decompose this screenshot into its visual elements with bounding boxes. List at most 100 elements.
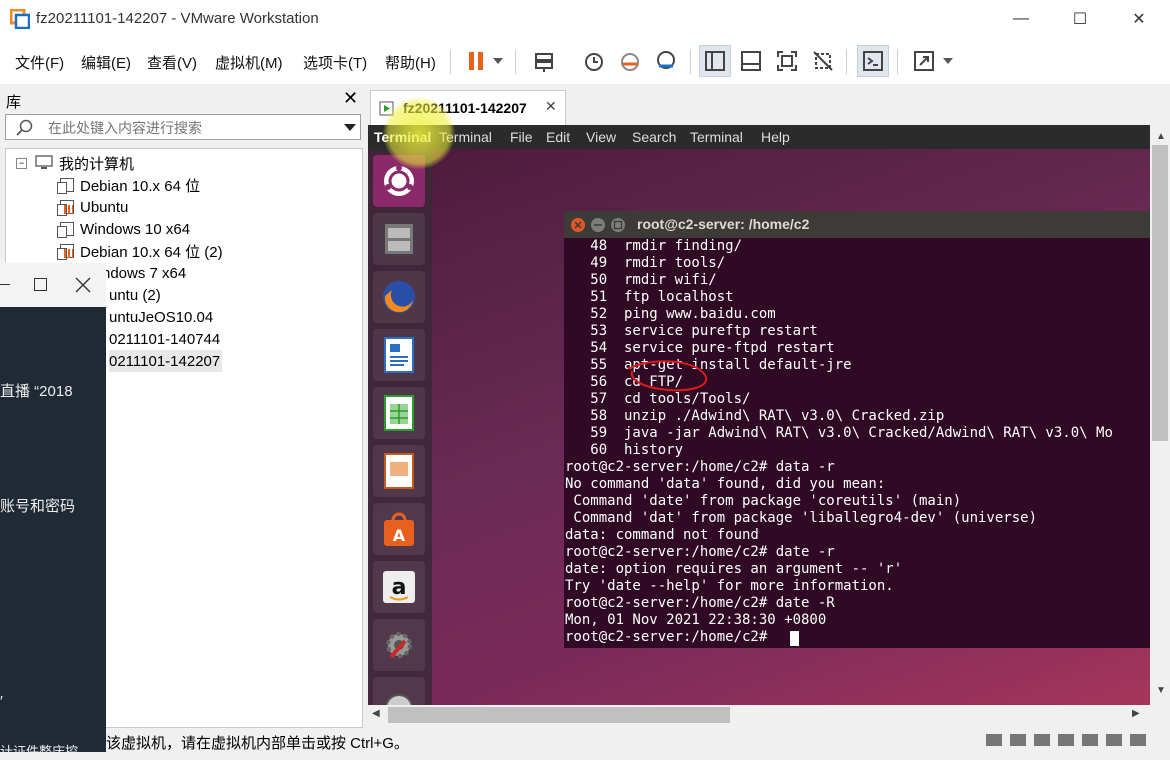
launcher-software[interactable]: A (373, 503, 425, 555)
scrollbar-thumb[interactable] (388, 707, 730, 723)
full-screen-button[interactable] (771, 45, 803, 77)
menu-view[interactable]: 查看(V) (147, 52, 197, 73)
vm-tab-label: fz20211101-142207 (403, 100, 527, 116)
svg-text:A: A (393, 526, 406, 545)
show-thumbnail-button[interactable] (735, 45, 767, 77)
launcher-dash[interactable] (373, 155, 425, 207)
firefox-icon (383, 281, 415, 313)
display-icon[interactable] (1130, 734, 1146, 746)
sound-icon[interactable] (1082, 734, 1098, 746)
panel-menu-view[interactable]: View (586, 129, 616, 145)
tree-item-debian[interactable]: Debian 10.x 64 位 (57, 174, 201, 196)
terminal-title: root@c2-server: /home/c2 (637, 216, 810, 232)
stretch-dropdown-button[interactable] (938, 45, 958, 77)
terminal-window[interactable]: root@c2-server: /home/c2 48 rmdir findin… (564, 211, 1154, 648)
tree-item-windows10[interactable]: Windows 10 x64 (57, 218, 190, 240)
vm-display[interactable]: Terminal Terminal File Edit View Search … (368, 125, 1170, 705)
device-tray (986, 734, 1146, 746)
usb-icon[interactable] (1058, 734, 1074, 746)
tree-item-fz142207[interactable]: 0211101-142207 (109, 350, 223, 372)
power-dropdown-button[interactable] (488, 45, 508, 77)
printer-icon[interactable] (1106, 734, 1122, 746)
unity-button[interactable] (807, 45, 839, 77)
tree-item-ubuntu[interactable]: Ubuntu (57, 196, 129, 218)
stretch-button[interactable] (908, 45, 940, 77)
tree-item-ubuntu-2[interactable]: untu (2) (109, 284, 161, 306)
launcher-files[interactable] (373, 213, 425, 265)
terminal-line: 52 ping www.baidu.com (565, 306, 776, 322)
launcher-impress[interactable] (373, 445, 425, 497)
svg-text:a: a (392, 575, 407, 600)
network-icon (535, 53, 553, 72)
library-search-input[interactable] (46, 117, 340, 139)
panel-menu-help[interactable]: Help (761, 129, 790, 145)
panel-menu-edit[interactable]: Edit (546, 129, 570, 145)
launcher-firefox[interactable] (373, 271, 425, 323)
tree-item-label: Debian 10.x 64 位 (2) (80, 243, 223, 261)
vm-tab[interactable]: fz20211101-142207 ✕ (370, 90, 566, 125)
tree-item-debian-2[interactable]: Debian 10.x 64 位 (2) (57, 240, 223, 262)
snapshot-clock-icon (585, 53, 603, 71)
tree-item-label: 0211101-140744 (109, 330, 221, 348)
snapshot-manager-button[interactable] (650, 45, 682, 77)
scroll-up-icon[interactable]: ▲ (1156, 131, 1166, 142)
scrollbar-thumb[interactable] (1152, 145, 1168, 441)
toolbar-separator (846, 50, 847, 74)
close-icon[interactable] (75, 277, 91, 293)
vm-icon (57, 222, 74, 238)
menu-tabs[interactable]: 选项卡(T) (303, 52, 367, 73)
vertical-scrollbar[interactable]: ▲ ▼ (1150, 125, 1170, 705)
network-adapter-icon[interactable] (1034, 734, 1050, 746)
launcher-settings[interactable] (373, 619, 425, 671)
horizontal-scrollbar[interactable]: ◀ ▶ (368, 705, 1150, 725)
panel-menu-terminal[interactable]: Terminal (439, 129, 492, 145)
launcher-updater[interactable] (373, 677, 425, 705)
panel-menu-terminal-2[interactable]: Terminal (690, 129, 743, 145)
panel-menu-file[interactable]: File (510, 129, 533, 145)
status-text: 该虚拟机，请在虚拟机内部单击或按 Ctrl+G。 (106, 735, 409, 752)
maximize-icon[interactable] (34, 278, 47, 291)
tree-item-windows7[interactable]: ndows 7 x64 (102, 262, 186, 284)
tree-root[interactable]: − 我的计算机 (16, 152, 134, 174)
tree-item-fz140744[interactable]: 0211101-140744 (109, 328, 220, 350)
close-button[interactable]: ✕ (1116, 0, 1162, 38)
launcher-amazon[interactable]: a (373, 561, 425, 613)
panel-menu-search[interactable]: Search (632, 129, 676, 145)
minimize-button[interactable]: — (998, 0, 1044, 38)
tree-item-label: Debian 10.x 64 位 (80, 177, 201, 195)
maximize-button[interactable]: ☐ (1057, 0, 1103, 38)
launcher-calc[interactable] (373, 387, 425, 439)
terminal-output[interactable]: 48 rmdir finding/ 49 rmdir tools/ 50 rmd… (564, 238, 1154, 648)
terminal-line: 50 rmdir wifi/ (565, 272, 717, 288)
hard-disk-icon[interactable] (986, 734, 1002, 746)
tree-item-ubuntujeos[interactable]: untuJeOS10.04 (109, 306, 213, 328)
scroll-down-icon[interactable]: ▼ (1156, 685, 1166, 696)
cd-drive-icon[interactable] (1010, 734, 1026, 746)
revert-snapshot-button[interactable] (614, 45, 646, 77)
terminal-line: 51 ftp localhost (565, 289, 734, 305)
launcher-writer[interactable] (373, 329, 425, 381)
menu-file[interactable]: 文件(F) (15, 52, 64, 73)
scroll-left-icon[interactable]: ◀ (372, 708, 380, 719)
send-ctrl-alt-del-button[interactable] (528, 45, 560, 77)
snapshot-button[interactable] (578, 45, 610, 77)
pause-icon (469, 52, 483, 70)
window-controls (571, 218, 625, 232)
toolbar-separator (450, 50, 451, 74)
chevron-down-icon[interactable] (344, 124, 356, 131)
menu-vm[interactable]: 虚拟机(M) (215, 52, 283, 73)
menu-help[interactable]: 帮助(H) (385, 52, 436, 73)
window-title: fz20211101-142207 - VMware Workstation (36, 10, 319, 27)
menu-edit[interactable]: 编辑(E) (81, 52, 131, 73)
vm-tab-close-button[interactable]: ✕ (545, 98, 557, 115)
settings-gear-icon (386, 632, 412, 659)
collapse-icon[interactable]: − (16, 157, 27, 169)
menu-toolbar: 文件(F) 编辑(E) 查看(V) 虚拟机(M) 选项卡(T) 帮助(H) (0, 38, 1170, 85)
show-library-button[interactable] (699, 45, 731, 77)
minimize-icon[interactable] (0, 284, 10, 285)
console-view-button[interactable] (857, 45, 889, 77)
tree-item-label: Ubuntu (80, 198, 129, 216)
scroll-right-icon[interactable]: ▶ (1132, 708, 1140, 719)
overlapping-window[interactable]: 直播 “2018 账号和密码 ′ 计证件整庆控 (0, 263, 106, 759)
library-close-button[interactable]: ✕ (343, 88, 358, 109)
